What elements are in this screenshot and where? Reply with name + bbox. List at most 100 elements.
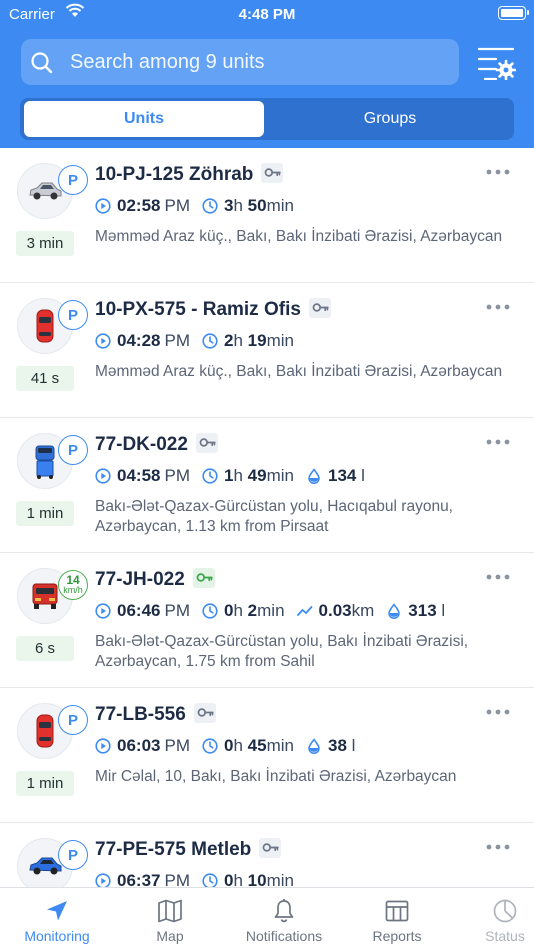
search-bar[interactable] — [21, 39, 459, 85]
status-bar: Carrier 4:48 PM — [0, 0, 534, 30]
state-time: 04:28 PM — [95, 331, 190, 351]
more-options-icon[interactable] — [486, 572, 510, 582]
state-time: 06:46 PM — [95, 601, 190, 621]
trend-line-icon — [296, 606, 312, 616]
unit-list[interactable]: P 3 min 10-PJ-125 Zöhrab 02:58 PM 3h 50 mi… — [0, 148, 534, 887]
table-icon — [385, 900, 409, 922]
unit-row[interactable]: P 77-PE-575 Metleb 06:37 PM 0h 10 min — [0, 823, 534, 887]
unit-address: Məmməd Araz küç., Bakı, Bakı İnzibati Ər… — [95, 363, 503, 380]
navigation-arrow-icon — [47, 901, 67, 921]
unit-stats: 06:46 PM 0h 2 min 0.03 km 313 l — [95, 600, 457, 622]
more-options-icon[interactable] — [486, 707, 510, 717]
tab-bar: Monitoring Map Notifications Reports Sta… — [0, 887, 534, 950]
ignition-key-icon — [192, 567, 215, 588]
filter-settings-icon[interactable] — [476, 44, 516, 80]
unit-name: 10-PX-575 - Ramiz Ofis — [95, 297, 331, 321]
last-message-age: 3 min — [16, 231, 74, 256]
last-message-age: 6 s — [16, 636, 74, 661]
more-options-icon[interactable] — [486, 302, 510, 312]
state-time: 02:58 PM — [95, 196, 190, 216]
tab-status-label: Status — [485, 928, 525, 944]
tab-reports[interactable]: Reports — [342, 888, 452, 951]
unit-row[interactable]: P 1 min 77-DK-022 04:58 PM 1h 49 min 134 l… — [0, 418, 534, 553]
tab-reports-label: Reports — [372, 928, 422, 944]
unit-name: 77-LB-556 — [95, 702, 216, 726]
fuel-drop-icon — [308, 738, 320, 754]
unit-stats: 06:37 PM 0h 10 min — [95, 870, 306, 887]
tab-monitoring-label: Monitoring — [24, 928, 90, 944]
unit-row[interactable]: 14 km/h 6 s 77-JH-022 06:46 PM 0h 2 min 0.0… — [0, 553, 534, 688]
unit-name: 77-JH-022 — [95, 567, 215, 591]
tab-units[interactable]: Units — [24, 101, 264, 137]
state-duration: 0h 10 min — [202, 871, 294, 887]
tab-map-label: Map — [156, 928, 184, 944]
state-time: 04:58 PM — [95, 466, 190, 486]
last-message-age: 1 min — [16, 501, 74, 526]
unit-name: 77-DK-022 — [95, 432, 218, 456]
trip-distance: 0.03 km — [296, 601, 374, 621]
play-circle-icon — [95, 873, 111, 887]
ignition-key-icon — [259, 837, 282, 858]
header: Carrier 4:48 PM Units Groups — [0, 0, 534, 148]
bell-icon — [274, 899, 294, 923]
unit-stats: 02:58 PM 3h 50 min — [95, 195, 306, 217]
unit-row[interactable]: P 41 s 10-PX-575 - Ramiz Ofis 04:28 PM 2h… — [0, 283, 534, 418]
play-circle-icon — [95, 333, 111, 349]
search-icon — [31, 52, 53, 74]
play-circle-icon — [95, 198, 111, 214]
unit-row[interactable]: P 3 min 10-PJ-125 Zöhrab 02:58 PM 3h 50 mi… — [0, 148, 534, 283]
play-circle-icon — [95, 738, 111, 754]
unit-address: Mir Cəlal, 10, Bakı, Bakı İnzibati Ərazi… — [95, 768, 457, 785]
last-message-age: 1 min — [16, 771, 74, 796]
more-options-icon[interactable] — [486, 167, 510, 177]
clock-icon — [202, 603, 218, 619]
state-duration: 2h 19 min — [202, 331, 294, 351]
unit-name: 77-PE-575 Metleb — [95, 837, 282, 861]
state-duration: 1h 49 min — [202, 466, 294, 486]
parking-badge: P — [58, 705, 88, 735]
clock-icon — [202, 873, 218, 887]
tab-monitoring[interactable]: Monitoring — [2, 888, 112, 951]
state-duration: 3h 50 min — [202, 196, 294, 216]
parking-badge: P — [58, 300, 88, 330]
unit-row[interactable]: P 1 min 77-LB-556 06:03 PM 0h 45 min 38 l … — [0, 688, 534, 823]
unit-address: Bakı-Ələt-Qazax-Gürcüstan yolu, Bakı İnz… — [95, 633, 469, 670]
ignition-key-icon — [193, 702, 216, 723]
fuel-level: 134 l — [306, 466, 365, 486]
ignition-key-icon — [195, 432, 218, 453]
unit-address: Məmməd Araz küç., Bakı, Bakı İnzibati Ər… — [95, 228, 503, 245]
last-message-age: 41 s — [16, 366, 74, 391]
ignition-key-icon — [261, 162, 284, 183]
unit-stats: 06:03 PM 0h 45 min 38 l — [95, 735, 367, 757]
more-options-icon[interactable] — [486, 437, 510, 447]
play-circle-icon — [95, 603, 111, 619]
clock: 4:48 PM — [238, 6, 296, 23]
segmented-control: Units Groups — [20, 98, 514, 140]
state-duration: 0h 45 min — [202, 736, 294, 756]
tab-status[interactable]: Status — [455, 888, 534, 951]
fuel-drop-icon — [308, 468, 320, 484]
tab-notifications[interactable]: Notifications — [229, 888, 339, 951]
parking-badge: P — [58, 435, 88, 465]
more-options-icon[interactable] — [486, 842, 510, 852]
clock-icon — [202, 738, 218, 754]
search-input[interactable] — [70, 39, 450, 85]
parking-badge: P — [58, 840, 88, 870]
speed-badge: 14 km/h — [58, 570, 88, 600]
clock-icon — [202, 333, 218, 349]
state-time: 06:37 PM — [95, 871, 190, 887]
map-icon — [158, 899, 182, 923]
unit-stats: 04:28 PM 2h 19 min — [95, 330, 306, 352]
tab-groups[interactable]: Groups — [270, 101, 510, 137]
ignition-key-icon — [308, 297, 331, 318]
unit-name: 10-PJ-125 Zöhrab — [95, 162, 284, 186]
fuel-level: 313 l — [386, 601, 445, 621]
fuel-drop-icon — [388, 603, 401, 619]
state-duration: 0h 2 min — [202, 601, 285, 621]
clock-icon — [202, 198, 218, 214]
tab-map[interactable]: Map — [115, 888, 225, 951]
fuel-level: 38 l — [306, 736, 355, 756]
play-circle-icon — [95, 468, 111, 484]
unit-stats: 04:58 PM 1h 49 min 134 l — [95, 465, 377, 487]
battery-icon — [498, 6, 529, 20]
